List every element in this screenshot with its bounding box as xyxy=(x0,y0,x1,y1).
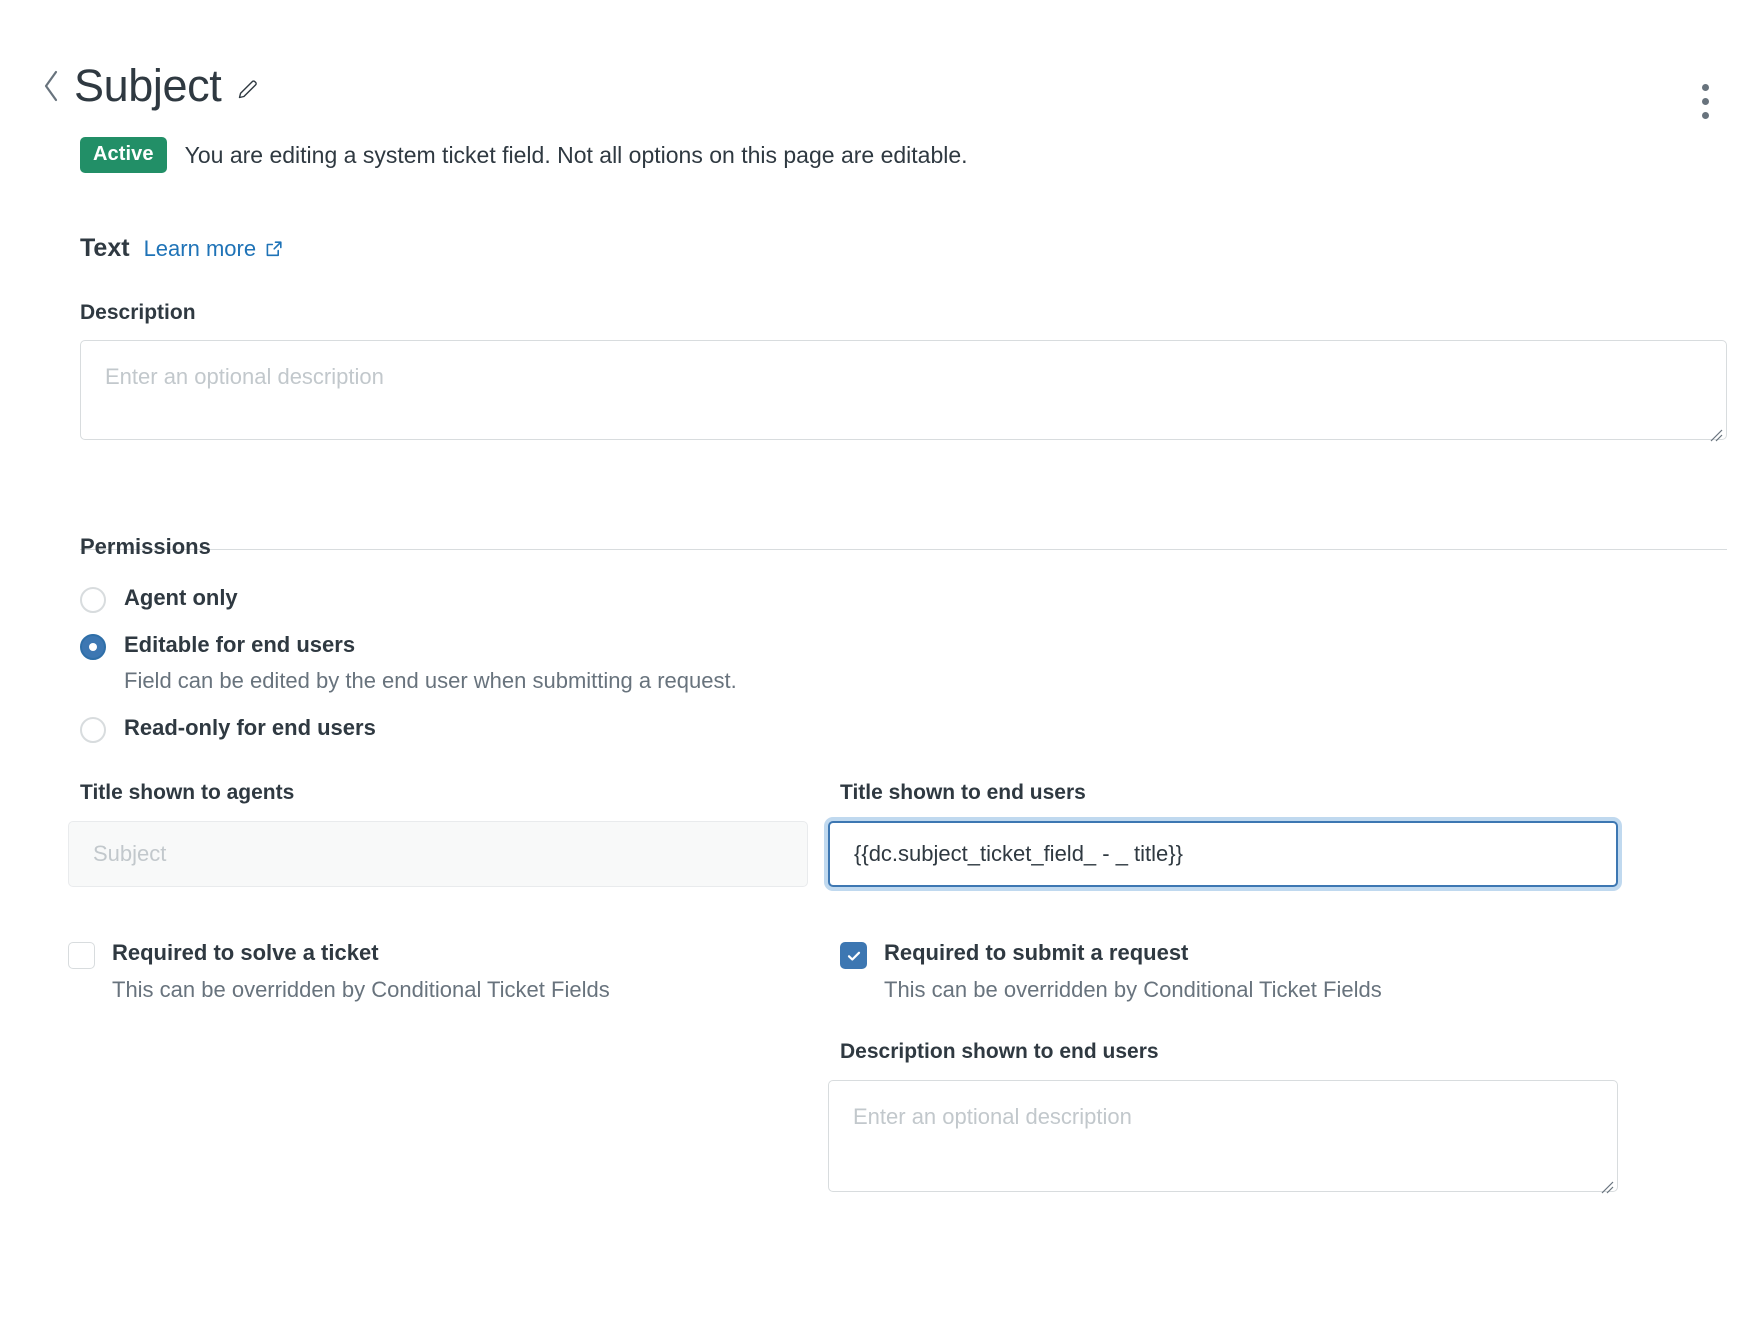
radio-read-only-for-end-users[interactable]: Read-only for end users xyxy=(80,713,1080,743)
page-title: Subject xyxy=(74,60,222,111)
radio-agent-only[interactable]: Agent only xyxy=(80,583,1080,613)
external-link-icon xyxy=(265,240,283,258)
required-to-submit-block: Required to submit a request This can be… xyxy=(840,938,1620,1005)
radio-editable-for-end-users[interactable]: Editable for end users xyxy=(80,630,1080,660)
radio-help-text: Field can be edited by the end user when… xyxy=(124,668,737,693)
required-to-solve-label: Required to solve a ticket xyxy=(112,940,379,965)
radio-indicator xyxy=(80,587,106,613)
agent-title-input xyxy=(68,821,808,887)
kebab-dot xyxy=(1701,83,1709,91)
end-user-description-textarea[interactable] xyxy=(828,1080,1618,1192)
description-block: Description xyxy=(80,299,1727,445)
overflow-menu-icon[interactable] xyxy=(1685,78,1725,124)
learn-more-text: Learn more xyxy=(143,236,257,261)
pencil-icon[interactable] xyxy=(235,76,261,102)
status-message: You are editing a system ticket field. N… xyxy=(184,142,968,168)
required-to-submit-label: Required to submit a request xyxy=(884,940,1189,965)
end-user-description-block: Description shown to end users xyxy=(828,1038,1618,1197)
radio-indicator xyxy=(80,717,106,743)
field-type-label: Text xyxy=(80,234,130,262)
permissions-heading: Permissions xyxy=(80,534,211,559)
radio-label: Editable for end users xyxy=(124,632,356,657)
ticket-field-editor-page: Subject Active You are editing a system … xyxy=(0,0,1743,1336)
kebab-dot xyxy=(1701,97,1709,105)
required-to-solve-block: Required to solve a ticket This can be o… xyxy=(68,938,808,1005)
page-header: Subject xyxy=(0,58,1743,128)
required-to-submit-help: This can be overridden by Conditional Ti… xyxy=(884,977,1382,1002)
required-to-solve-help: This can be overridden by Conditional Ti… xyxy=(112,977,610,1002)
status-row: Active You are editing a system ticket f… xyxy=(80,137,968,173)
agent-title-block: Title shown to agents xyxy=(68,779,808,887)
description-label: Description xyxy=(80,301,196,324)
learn-more-link[interactable]: Learn more xyxy=(144,234,284,264)
status-badge: Active xyxy=(80,137,167,173)
end-user-title-focus-ring xyxy=(824,817,1622,891)
description-textarea[interactable] xyxy=(80,340,1727,440)
end-user-title-label: Title shown to end users xyxy=(840,781,1086,804)
end-user-title-input[interactable] xyxy=(828,821,1618,887)
end-user-title-block: Title shown to end users xyxy=(824,779,1622,891)
radio-label: Read-only for end users xyxy=(124,715,376,740)
end-user-description-label: Description shown to end users xyxy=(840,1040,1159,1063)
title-group: Subject xyxy=(40,58,261,114)
required-to-submit-checkbox-row[interactable]: Required to submit a request xyxy=(840,938,1620,969)
permissions-block: Permissions Agent only Editable for end … xyxy=(80,533,1080,743)
radio-label: Agent only xyxy=(124,585,238,610)
kebab-dot xyxy=(1701,111,1709,119)
radio-indicator-selected xyxy=(80,634,106,660)
required-to-solve-checkbox-row[interactable]: Required to solve a ticket xyxy=(68,938,808,969)
agent-title-label: Title shown to agents xyxy=(80,781,295,804)
checkbox-indicator-checked xyxy=(840,942,867,969)
back-chevron-icon[interactable] xyxy=(40,64,62,108)
checkbox-indicator xyxy=(68,942,95,969)
field-type-row: Text Learn more xyxy=(80,232,283,264)
